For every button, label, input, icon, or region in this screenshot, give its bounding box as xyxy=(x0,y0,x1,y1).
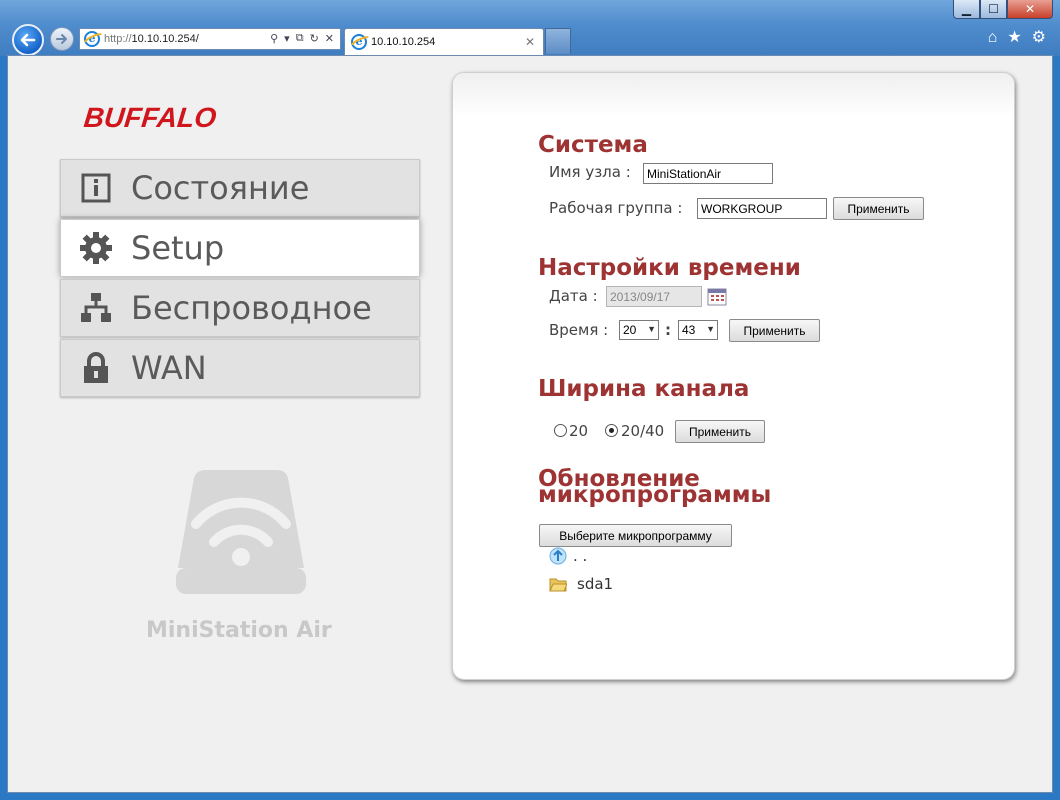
time-separator: : xyxy=(665,321,671,339)
apply-time-button[interactable]: Применить xyxy=(729,319,820,342)
file-entry-sda1[interactable]: sda1 xyxy=(549,575,613,593)
up-arrow-icon xyxy=(549,547,567,565)
section-title-system: Система xyxy=(538,132,648,158)
sidebar-item-label: Состояние xyxy=(131,169,310,207)
sidebar-item-status[interactable]: Состояние xyxy=(60,159,420,217)
workgroup-label: Рабочая группа : xyxy=(549,199,683,217)
home-icon[interactable]: ⌂ xyxy=(988,29,998,47)
favorites-star-icon[interactable]: ★ xyxy=(1007,29,1021,47)
settings-gear-icon[interactable]: ⚙ xyxy=(1032,29,1046,47)
back-button[interactable] xyxy=(12,24,44,56)
minute-value: 43 xyxy=(682,323,696,337)
browser-chrome: ▁ ☐ ✕ e http://10.10.10.254/ ⚲ ▾ ⧉ ↻ ✕ e… xyxy=(0,0,1060,56)
firmware-title-line2: микропрограммы xyxy=(538,482,772,508)
ie-icon: e xyxy=(84,31,100,47)
sidebar-item-wan[interactable]: WAN xyxy=(60,339,420,397)
chevron-down-icon: ▼ xyxy=(647,324,656,334)
info-icon xyxy=(79,171,113,205)
device-name: MiniStation Air xyxy=(146,618,332,643)
panel-header-shade xyxy=(453,73,1014,117)
file-entry-name: . . xyxy=(573,547,588,565)
lock-icon xyxy=(79,351,113,385)
device-image xyxy=(176,468,306,603)
hour-value: 20 xyxy=(623,323,637,337)
address-tools: ⚲ ▾ ⧉ ↻ ✕ xyxy=(270,32,334,45)
workgroup-input[interactable] xyxy=(697,198,827,219)
gear-icon xyxy=(79,231,113,265)
file-entry-name: sda1 xyxy=(577,575,614,593)
radio-label-20-40: 20/40 xyxy=(621,422,665,440)
wifi-drive-icon xyxy=(176,470,306,594)
section-title-firmware: Обновление микропрограммы xyxy=(538,467,771,507)
new-tab-button[interactable] xyxy=(545,28,571,54)
calendar-icon[interactable] xyxy=(707,287,727,311)
hostname-label: Имя узла : xyxy=(549,163,631,181)
sidebar-item-label: Setup xyxy=(131,229,225,267)
radio-label-20: 20 xyxy=(569,422,589,440)
window-controls: ▁ ☐ ✕ xyxy=(953,0,1053,19)
back-arrow-icon xyxy=(20,33,36,47)
file-entry-parent[interactable]: . . xyxy=(549,547,587,565)
tab-title: 10.10.10.254 xyxy=(371,36,436,48)
section-title-channel: Ширина канала xyxy=(538,376,750,402)
network-icon xyxy=(79,291,113,325)
date-label: Дата : xyxy=(549,287,598,305)
close-tab-icon[interactable]: ✕ xyxy=(525,35,535,49)
compat-icon[interactable]: ⧉ xyxy=(296,32,304,45)
maximize-button[interactable]: ☐ xyxy=(980,0,1007,19)
buffalo-logo: BUFFALO xyxy=(82,102,218,133)
address-url: http://10.10.10.254/ xyxy=(104,33,199,45)
sidebar-item-wireless[interactable]: Беспроводное xyxy=(60,279,420,337)
time-label: Время : xyxy=(549,321,609,339)
page-viewport: BUFFALO Состояние Setup Беспроводное WAN… xyxy=(7,55,1053,793)
minute-select[interactable]: 43 ▼ xyxy=(678,320,718,340)
hostname-input[interactable] xyxy=(643,163,773,184)
sidebar-menu: Состояние Setup Беспроводное WAN xyxy=(60,159,420,399)
forward-arrow-icon xyxy=(56,34,67,44)
sidebar-item-setup[interactable]: Setup xyxy=(60,219,420,277)
radio-channel-20[interactable] xyxy=(554,424,567,437)
forward-button[interactable] xyxy=(50,27,74,51)
refresh-icon[interactable]: ↻ xyxy=(310,32,319,45)
stop-icon[interactable]: ✕ xyxy=(325,32,334,45)
apply-system-button[interactable]: Применить xyxy=(833,197,924,220)
radio-channel-20-40[interactable] xyxy=(605,424,618,437)
hour-select[interactable]: 20 ▼ xyxy=(619,320,659,340)
select-firmware-button[interactable]: Выберите микропрограмму xyxy=(539,524,732,547)
minimize-button[interactable]: ▁ xyxy=(953,0,980,19)
sidebar-item-label: WAN xyxy=(131,349,207,387)
address-bar[interactable]: e http://10.10.10.254/ ⚲ ▾ ⧉ ↻ ✕ xyxy=(79,28,341,50)
date-input[interactable] xyxy=(606,286,702,307)
dropdown-icon[interactable]: ▾ xyxy=(284,32,290,45)
sidebar-item-label: Беспроводное xyxy=(131,289,372,327)
chevron-down-icon: ▼ xyxy=(706,324,715,334)
apply-channel-button[interactable]: Применить xyxy=(675,420,765,443)
folder-icon xyxy=(549,578,567,592)
browser-tab[interactable]: e 10.10.10.254 ✕ xyxy=(344,28,544,55)
tab-ie-icon: e xyxy=(351,34,367,50)
section-title-time: Настройки времени xyxy=(538,255,801,281)
search-icon[interactable]: ⚲ xyxy=(270,32,278,45)
settings-panel: Система Имя узла : Рабочая группа : Прим… xyxy=(452,72,1015,680)
close-button[interactable]: ✕ xyxy=(1007,0,1053,19)
toolbar-icons: ⌂ ★ ⚙ xyxy=(988,29,1046,47)
